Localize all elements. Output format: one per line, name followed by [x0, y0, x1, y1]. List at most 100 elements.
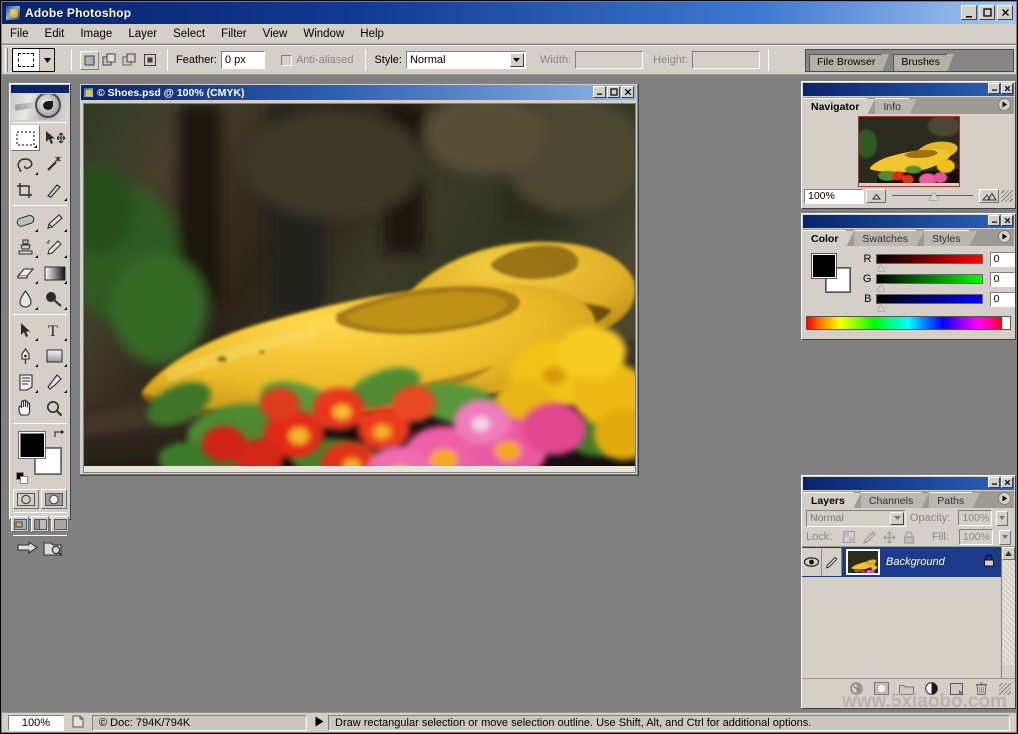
standard-mode-button[interactable] [13, 489, 39, 509]
lock-transparent-pixels-icon[interactable] [842, 530, 856, 544]
navigator-resize-grip[interactable] [1001, 190, 1013, 202]
menu-file[interactable]: File [2, 26, 37, 42]
color-spectrum-ramp[interactable] [806, 316, 1011, 330]
navigator-zoom-input[interactable]: 100% [804, 189, 864, 204]
add-to-selection-button[interactable] [100, 51, 119, 70]
layer-name[interactable]: Background [886, 556, 983, 568]
document-maximize-button[interactable] [607, 86, 620, 98]
tab-swatches[interactable]: Swatches [854, 230, 916, 246]
palette-menu-icon[interactable] [998, 230, 1011, 243]
document-close-button[interactable] [621, 86, 634, 98]
history-brush-tool[interactable] [40, 234, 69, 260]
navigator-view-box[interactable] [858, 116, 960, 187]
feather-input[interactable]: 0 px [221, 51, 265, 69]
g-slider[interactable] [876, 274, 982, 284]
menu-edit[interactable]: Edit [37, 26, 73, 42]
layer-thumbnail[interactable] [846, 549, 880, 575]
pen-tool[interactable] [11, 343, 40, 369]
chevron-down-icon[interactable] [39, 49, 54, 71]
r-value-input[interactable]: 0 [990, 252, 1015, 267]
navigator-close-button[interactable] [1001, 83, 1013, 94]
gradient-tool[interactable] [40, 260, 69, 286]
anti-aliased-checkbox[interactable] [281, 55, 292, 66]
zoom-out-icon[interactable] [866, 189, 886, 203]
r-slider[interactable] [876, 254, 982, 264]
menu-image[interactable]: Image [72, 26, 120, 42]
navigator-palette-title-bar[interactable] [803, 83, 1014, 96]
blend-mode-select[interactable]: Normal [806, 510, 906, 527]
rectangle-shape-tool[interactable] [40, 343, 69, 369]
color-close-button[interactable] [1001, 215, 1013, 226]
tab-info[interactable]: Info [875, 98, 909, 114]
tab-styles[interactable]: Styles [924, 230, 969, 246]
fill-input[interactable]: 100% [959, 529, 993, 545]
chevron-down-icon[interactable] [890, 512, 904, 525]
scrollbar-track[interactable] [1002, 560, 1015, 665]
brush-tool[interactable] [40, 208, 69, 234]
dodge-tool[interactable] [40, 286, 69, 312]
maximize-button[interactable] [979, 5, 995, 20]
minimize-button[interactable] [961, 5, 977, 20]
zoom-tool[interactable] [40, 395, 69, 421]
style-select[interactable]: Normal [406, 51, 526, 69]
document-title-bar[interactable]: © Shoes.psd @ 100% (CMYK) [81, 85, 636, 100]
quick-mask-mode-button[interactable] [41, 489, 67, 509]
palette-menu-icon[interactable] [998, 98, 1011, 111]
blur-tool[interactable] [11, 286, 40, 312]
image-canvas[interactable] [83, 103, 636, 473]
layers-close-button[interactable] [1001, 477, 1013, 488]
zoom-in-icon[interactable] [979, 189, 999, 203]
slice-tool[interactable] [40, 177, 69, 203]
menu-help[interactable]: Help [352, 26, 392, 42]
options-bar-drag-grip[interactable] [5, 48, 9, 72]
menu-view[interactable]: View [255, 26, 296, 42]
toolbox-drag-bar[interactable] [11, 85, 69, 93]
lock-all-icon[interactable] [902, 530, 916, 544]
lasso-tool[interactable] [11, 151, 40, 177]
b-value-input[interactable]: 0 [990, 292, 1015, 307]
swap-colors-icon[interactable] [54, 429, 66, 441]
lock-image-pixels-icon[interactable] [862, 530, 876, 544]
type-tool[interactable]: T [40, 317, 69, 343]
tab-navigator[interactable]: Navigator [803, 98, 867, 114]
tab-layers[interactable]: Layers [803, 492, 853, 508]
document-minimize-button[interactable] [593, 86, 606, 98]
navigator-thumbnail-area[interactable] [802, 114, 1015, 188]
notes-tool[interactable] [11, 369, 40, 395]
width-input[interactable] [575, 51, 643, 69]
layer-link-toggle[interactable] [822, 548, 842, 576]
eraser-tool[interactable] [11, 260, 40, 286]
menu-filter[interactable]: Filter [213, 26, 255, 42]
intersect-with-selection-button[interactable] [140, 51, 159, 70]
b-slider[interactable] [876, 294, 982, 304]
foreground-color-swatch[interactable] [19, 432, 45, 458]
clone-stamp-tool[interactable] [11, 234, 40, 260]
navigator-zoom-slider[interactable] [888, 189, 977, 203]
menu-window[interactable]: Window [295, 26, 352, 42]
full-screen-with-menubar-button[interactable] [31, 516, 49, 532]
default-colors-icon[interactable] [16, 472, 28, 484]
tool-preset-picker[interactable] [12, 48, 55, 72]
rectangular-marquee-tool[interactable] [11, 125, 40, 151]
hand-tool[interactable] [11, 395, 40, 421]
subtract-from-selection-button[interactable] [120, 51, 139, 70]
opacity-input[interactable]: 100% [958, 510, 992, 526]
menu-select[interactable]: Select [165, 26, 213, 42]
scroll-up-button[interactable] [1002, 547, 1015, 560]
palette-well-tab-brushes[interactable]: Brushes [893, 54, 948, 71]
crop-tool[interactable] [11, 177, 40, 203]
status-zoom-input[interactable]: 100% [8, 715, 64, 731]
table-row[interactable]: Background [802, 547, 1015, 577]
g-value-input[interactable]: 0 [990, 272, 1015, 287]
lock-position-icon[interactable] [882, 530, 896, 544]
color-minimize-button[interactable] [988, 215, 1000, 226]
new-selection-button[interactable] [80, 51, 99, 70]
move-tool[interactable] [40, 125, 69, 151]
healing-brush-tool[interactable] [11, 208, 40, 234]
layers-minimize-button[interactable] [988, 477, 1000, 488]
height-input[interactable] [692, 51, 760, 69]
color-foreground-swatch[interactable] [812, 254, 836, 278]
tab-color[interactable]: Color [803, 230, 846, 246]
tab-channels[interactable]: Channels [861, 492, 921, 508]
jump-to-imageready-icon[interactable] [17, 540, 39, 560]
